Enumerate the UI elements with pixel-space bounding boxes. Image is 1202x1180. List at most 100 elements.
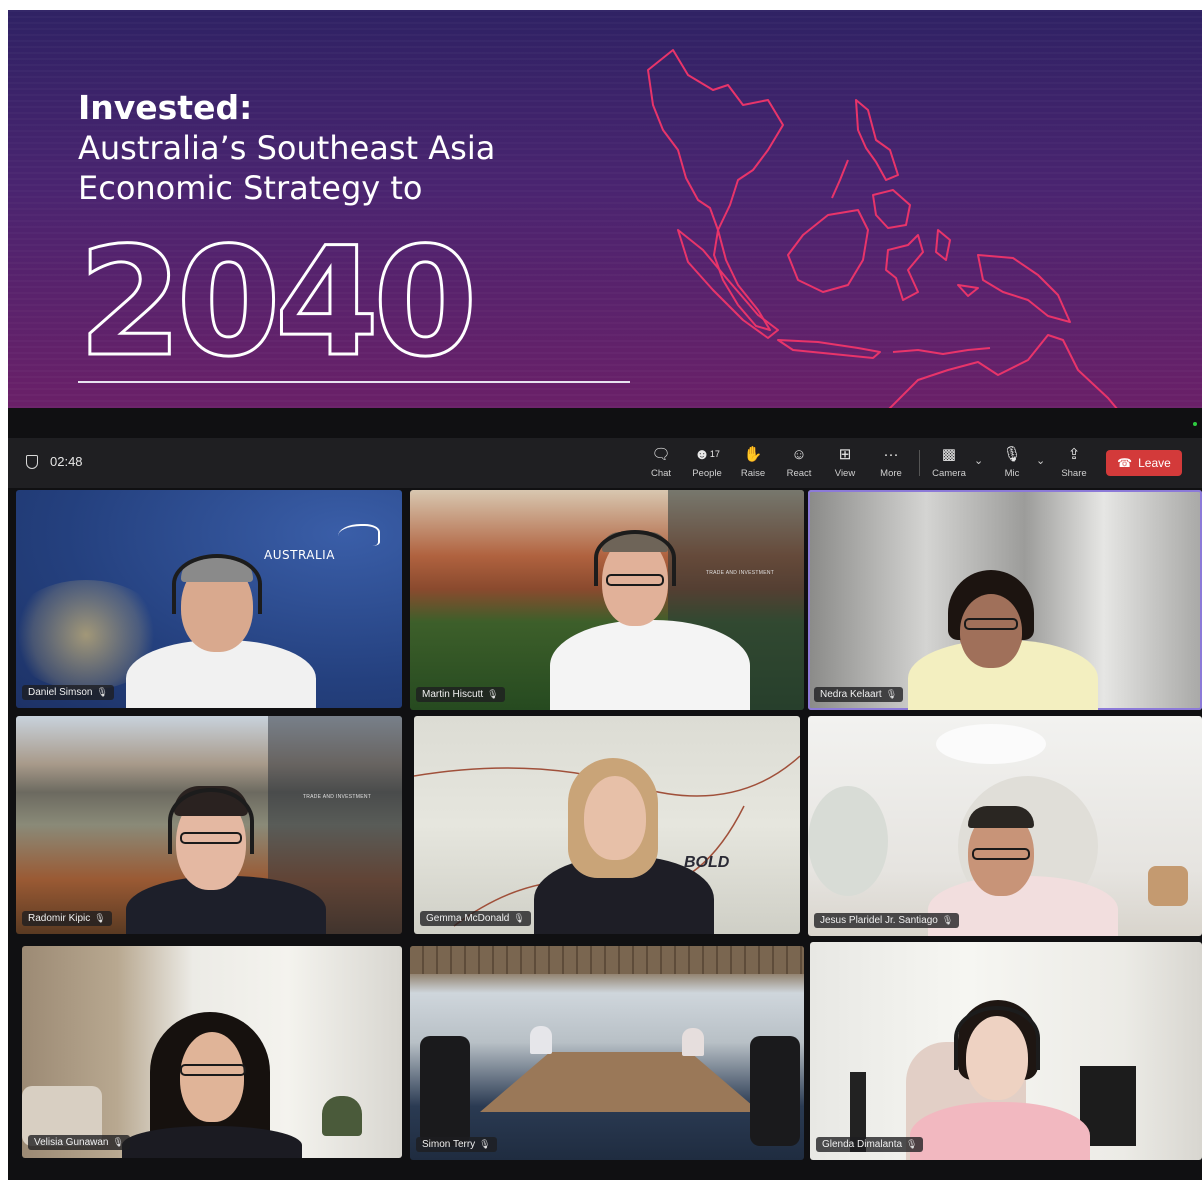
glasses-icon — [964, 618, 1018, 630]
participant-name: Velisia Gunawan — [34, 1137, 109, 1148]
phone-hangup-icon: ☎ — [1117, 456, 1133, 470]
chat-button[interactable]: 🗨 Chat — [638, 444, 684, 484]
mic-label: Mic — [1004, 468, 1020, 479]
office-chair — [420, 1036, 470, 1146]
meeting-window: 02:48 🗨 Chat ☻ 17 People ✋ Raise ☺ React … — [8, 408, 1202, 1180]
trade-investment-text: TRADE AND INVESTMENT — [705, 570, 775, 576]
react-button[interactable]: ☺ React — [776, 444, 822, 484]
leave-label: Leave — [1138, 456, 1171, 470]
more-button[interactable]: ··· More — [868, 444, 914, 484]
participant-body — [122, 1126, 302, 1158]
mic-muted-icon: 🎙 — [487, 689, 499, 699]
participant-hair — [968, 806, 1034, 828]
slide-year-outline: 2040 — [77, 228, 479, 368]
mic-muted-icon: 🎙 — [96, 687, 108, 697]
people-label: People — [692, 468, 722, 479]
video-tile-martin-hiscutt[interactable]: TRADE AND INVESTMENT Martin Hiscutt 🎙 — [410, 490, 804, 710]
conference-table — [480, 1052, 760, 1112]
people-icon: ☻ 17 — [694, 445, 720, 463]
mic-muted-icon: 🎙 — [1002, 446, 1022, 463]
mic-muted-icon: 🎙 — [94, 913, 106, 923]
chat-icon: 🗨 — [651, 446, 671, 463]
participant-seated — [530, 1026, 552, 1054]
video-tile-nedra-kelaart[interactable]: Nedra Kelaart 🎙 — [808, 490, 1202, 710]
slide-divider — [78, 381, 630, 383]
participant-name-tag: Velisia Gunawan 🎙 — [28, 1135, 130, 1150]
view-label: View — [834, 468, 856, 479]
meeting-timer: 02:48 — [26, 454, 83, 469]
mic-muted-icon: 🎙 — [479, 1139, 491, 1149]
southeast-asia-map — [647, 49, 1118, 408]
shield-icon — [26, 454, 38, 469]
status-indicator — [1193, 422, 1197, 426]
participant-face — [180, 1032, 244, 1122]
leave-button[interactable]: ☎ Leave — [1106, 450, 1182, 476]
round-window — [808, 786, 888, 896]
participant-name: Gemma McDonald — [426, 913, 510, 924]
raise-hand-button[interactable]: ✋ Raise — [730, 444, 776, 484]
participant-name-tag: Nedra Kelaart 🎙 — [814, 687, 904, 702]
participant-body — [550, 620, 750, 710]
participant-name-tag: Glenda Dimalanta 🎙 — [816, 1137, 924, 1152]
video-tile-daniel-simson[interactable]: AUSTRALIA Daniel Simson 🎙 — [16, 490, 402, 708]
participant-name: Daniel Simson — [28, 687, 93, 698]
camera-options-chevron-icon[interactable]: ⌄ — [974, 454, 983, 467]
participant-name-tag: Gemma McDonald 🎙 — [420, 911, 531, 926]
mic-muted-icon: 🎙 — [906, 1139, 918, 1149]
participant-name: Martin Hiscutt — [422, 689, 484, 700]
participant-name-tag: Simon Terry 🎙 — [416, 1137, 497, 1152]
chat-label: Chat — [650, 468, 672, 479]
green-chair — [322, 1096, 362, 1136]
slide-heading-bold: Invested: — [78, 88, 253, 127]
mic-muted-icon: 🎙 — [941, 915, 954, 925]
toolbar-divider — [919, 450, 920, 476]
trade-investment-text: TRADE AND INVESTMENT — [302, 794, 372, 800]
participant-name-tag: Martin Hiscutt 🎙 — [416, 687, 505, 702]
headset-icon — [168, 788, 254, 854]
headset-icon — [172, 554, 262, 614]
raise-label: Raise — [740, 468, 766, 479]
kangaroo-logo-icon — [338, 524, 380, 546]
view-button[interactable]: ⊞ View — [822, 444, 868, 484]
video-tile-radomir-kipic[interactable]: TRADE AND INVESTMENT Radomir Kipic 🎙 — [16, 716, 402, 934]
presentation-slide: Invested: Australia’s Southeast Asia Eco… — [8, 10, 1202, 408]
people-button[interactable]: ☻ 17 People — [684, 444, 730, 484]
mic-options-chevron-icon[interactable]: ⌄ — [1036, 454, 1045, 467]
participant-name: Radomir Kipic — [28, 913, 91, 924]
video-tile-jesus-plaridel-santiago[interactable]: Jesus Plaridel Jr. Santiago 🎙 — [808, 716, 1202, 936]
participant-name-tag: Radomir Kipic 🎙 — [22, 911, 112, 926]
headset-icon — [954, 1006, 1040, 1070]
more-icon: ··· — [883, 445, 899, 463]
slide-year-text: 2040 — [78, 228, 471, 368]
hand-icon: ✋ — [743, 446, 763, 463]
australia-brand-text: AUSTRALIA — [264, 548, 335, 562]
participant-name-tag: Daniel Simson 🎙 — [22, 685, 114, 700]
video-tile-velisia-gunawan[interactable]: Velisia Gunawan 🎙 — [22, 946, 402, 1158]
share-label: Share — [1061, 468, 1087, 479]
participant-face-front — [960, 594, 1022, 668]
participant-body — [910, 1102, 1090, 1160]
people-count: 17 — [709, 449, 720, 459]
glasses-icon — [972, 848, 1030, 860]
video-tile-gemma-mcdonald[interactable]: BOLD Gemma McDonald 🎙 — [414, 716, 800, 934]
wood-ceiling — [410, 946, 804, 974]
mic-button[interactable]: 🎙 Mic — [989, 444, 1035, 484]
share-button[interactable]: ⇪ Share — [1051, 444, 1097, 484]
camera-button[interactable]: ▩ Camera — [926, 444, 972, 484]
slide-heading: Invested: Australia’s Southeast Asia Eco… — [78, 88, 495, 208]
video-tile-simon-terry[interactable]: Simon Terry 🎙 — [410, 946, 804, 1160]
participant-name: Jesus Plaridel Jr. Santiago — [820, 915, 938, 926]
video-tile-glenda-dimalanta[interactable]: Glenda Dimalanta 🎙 — [810, 942, 1202, 1160]
meeting-toolbar: 02:48 🗨 Chat ☻ 17 People ✋ Raise ☺ React … — [8, 438, 1202, 488]
react-label: React — [786, 468, 812, 479]
share-icon: ⇪ — [1067, 446, 1081, 463]
slide-heading-line1: Australia’s Southeast Asia — [78, 129, 496, 167]
slide-heading-line2: Economic Strategy to — [78, 169, 423, 207]
office-chair — [750, 1036, 800, 1146]
camera-icon: ▩ — [941, 446, 957, 463]
meeting-timer-text: 02:48 — [50, 454, 83, 469]
camera-label: Camera — [932, 468, 966, 479]
smiley-icon: ☺ — [791, 445, 807, 463]
participant-face — [584, 776, 646, 860]
mic-muted-icon: 🎙 — [885, 689, 898, 699]
